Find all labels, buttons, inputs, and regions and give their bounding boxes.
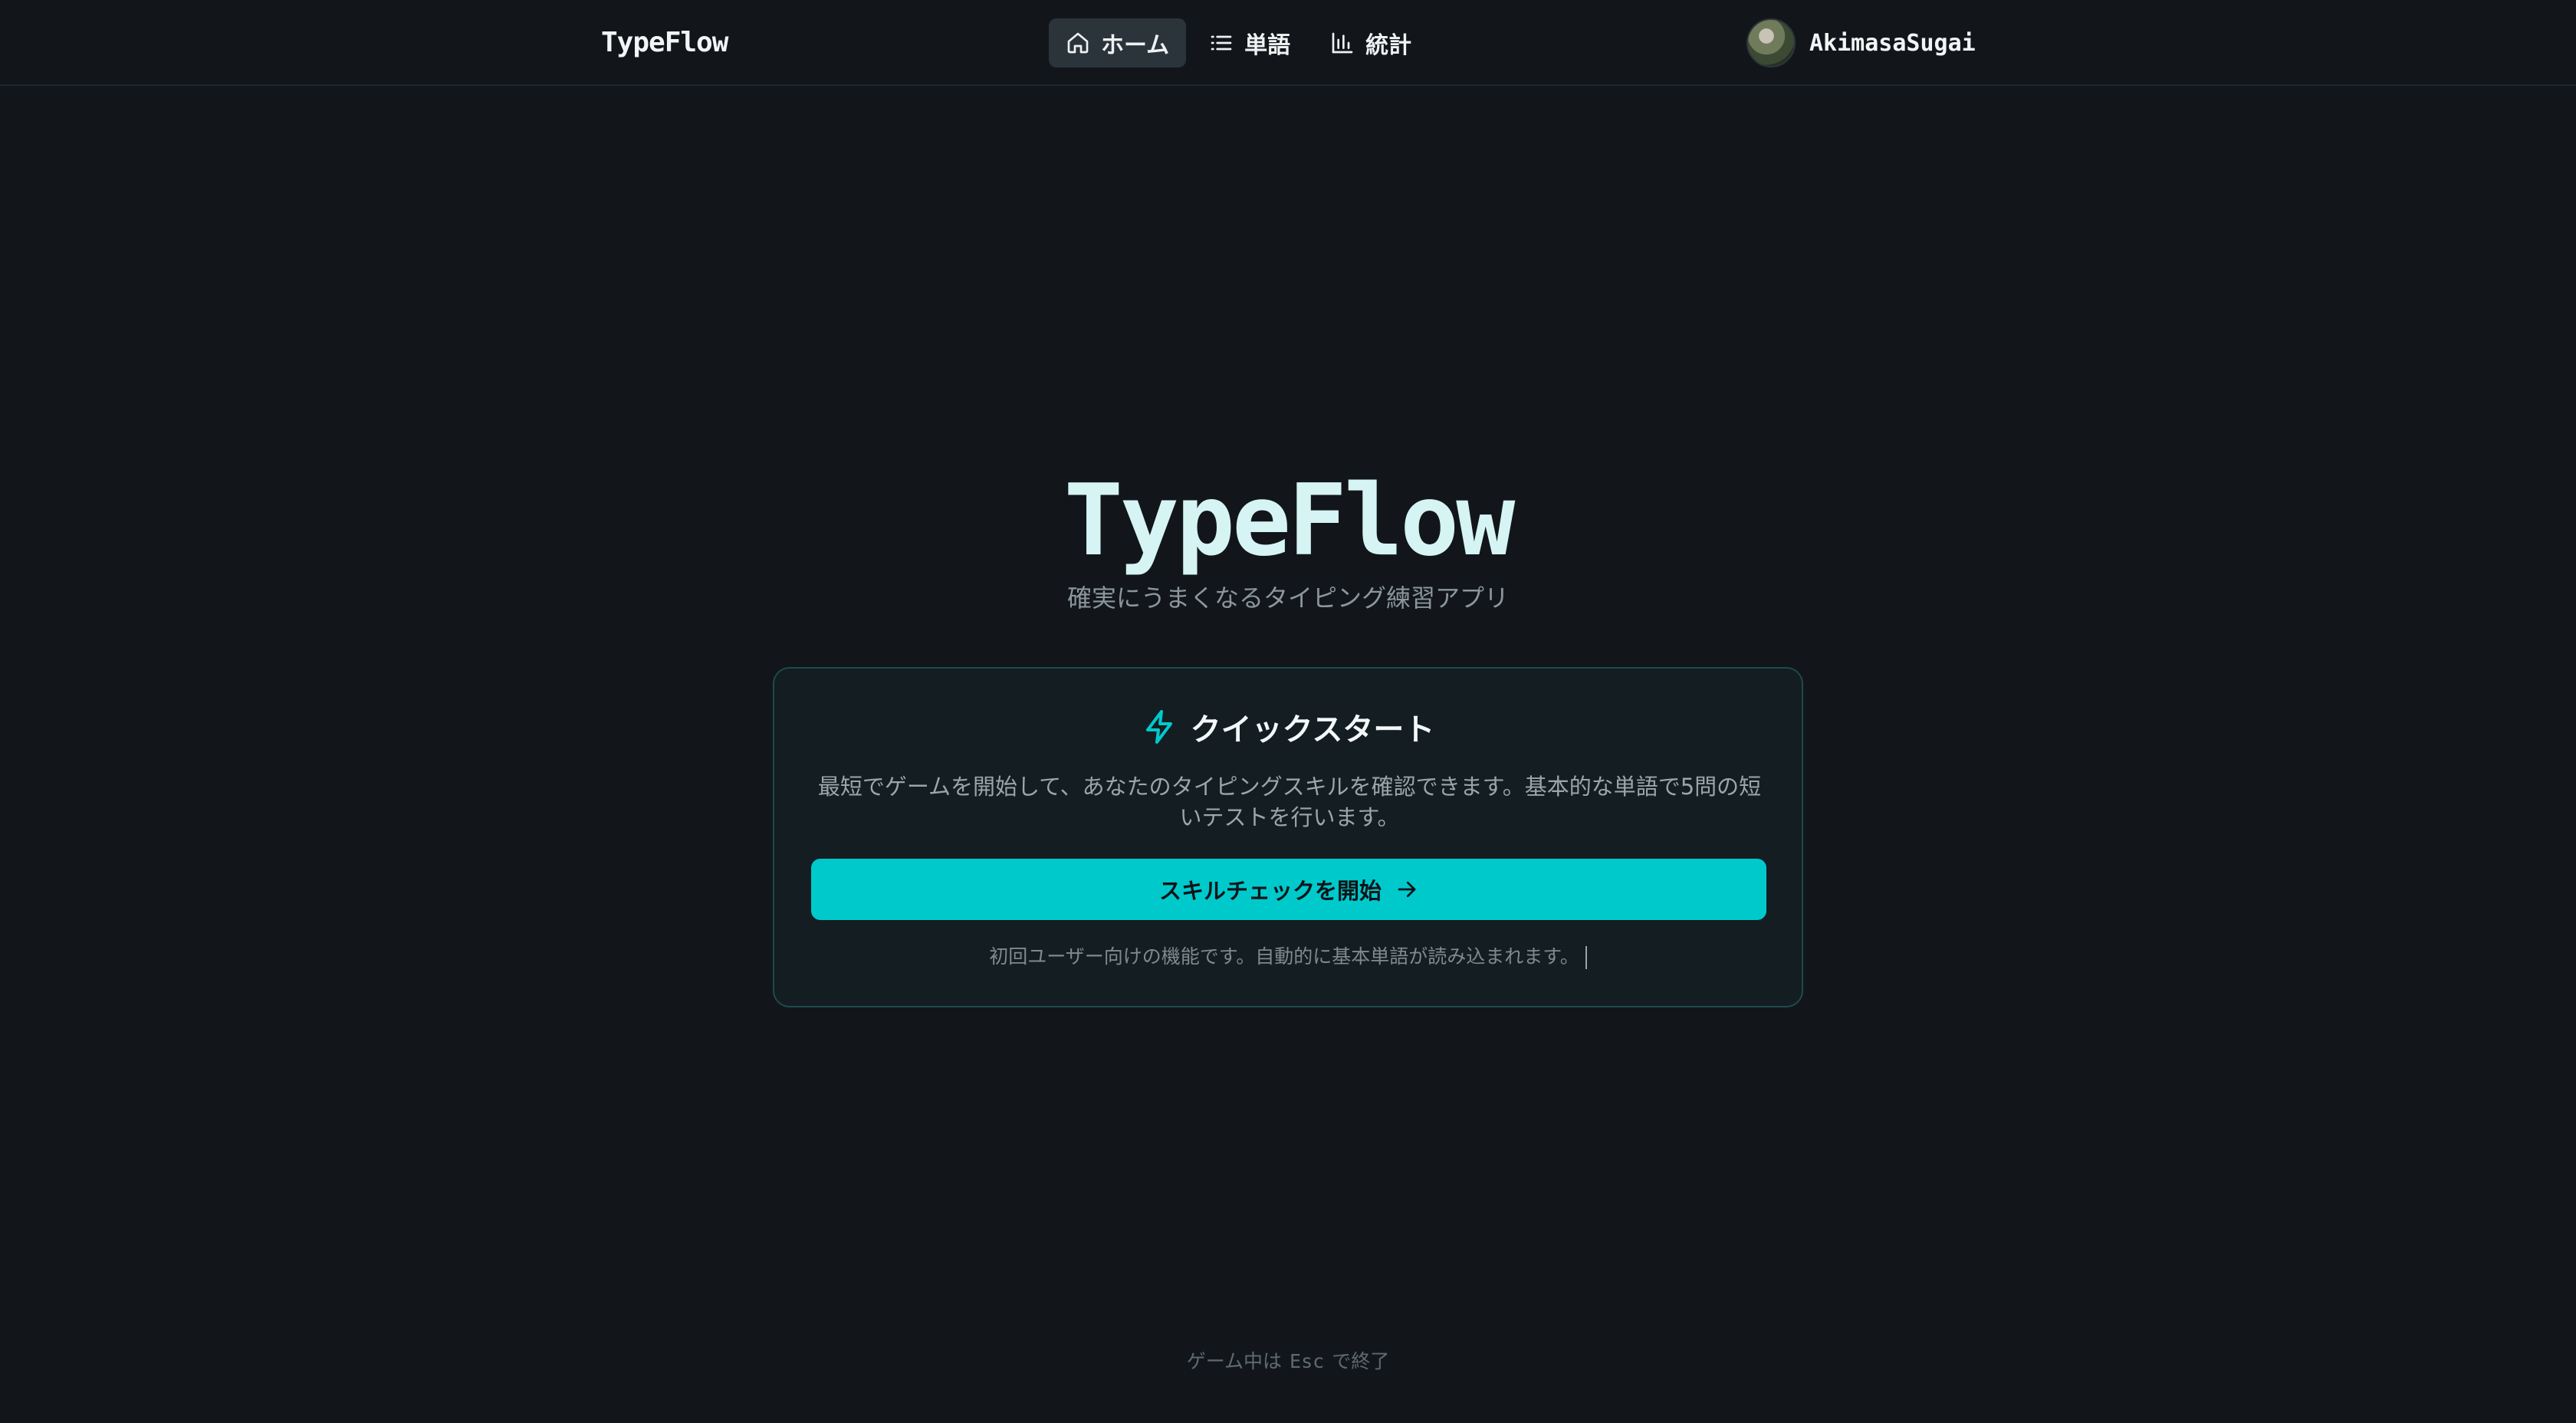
nav-item-words[interactable]: 単語 [1192,18,1307,67]
main-nav: ホーム 単語 統計 [1049,18,1428,67]
hero-title: TypeFlow [1063,464,1516,578]
arrow-right-icon [1398,881,1416,898]
quickstart-description: 最短でゲームを開始して、あなたのタイピングスキルを確認できます。基本的な単語で5… [817,774,1762,830]
nav-label-words: 単語 [1244,32,1291,59]
footer-hint: ゲーム中は Esc で終了 [0,1346,2576,1377]
app-root: TypeFlow ホーム 単語 統計 AkimasaSugai TypeFlow… [0,0,2576,1423]
top-header: TypeFlow ホーム 単語 統計 AkimasaSugai [0,0,2576,86]
username: AkimasaSugai [1809,29,1976,57]
user-menu[interactable]: AkimasaSugai [1746,18,1976,67]
nav-label-stats: 統計 [1365,32,1412,59]
hero-subtitle: 確実にうまくなるタイピング練習アプリ [1066,583,1509,613]
nav-label-home: ホーム [1101,32,1170,59]
footer-suffix: で終了 [1332,1350,1390,1372]
quickstart-note: 初回ユーザー向けの機能です。自動的に基本単語が読み込まれます。 [774,942,1802,972]
esc-key-hint: Esc [1290,1350,1325,1372]
footer-prefix: ゲーム中は [1186,1350,1283,1372]
nav-item-home[interactable]: ホーム [1049,18,1187,67]
home-icon [1067,32,1089,54]
start-skill-check-button[interactable]: スキルチェックを開始 [811,859,1766,920]
start-button-label: スキルチェックを開始 [1158,878,1382,904]
quickstart-note-text: 初回ユーザー向けの機能です。自動的に基本単語が読み込まれます。 [989,945,1579,968]
text-caret [1585,946,1587,969]
avatar[interactable] [1746,18,1796,67]
nav-item-stats[interactable]: 統計 [1313,18,1428,67]
lightning-icon [1145,710,1172,744]
bar-chart-icon [1332,32,1353,54]
quickstart-heading: クイックスタート [774,705,1802,748]
quickstart-title: クイックスタート [1190,712,1435,748]
brand-logo[interactable]: TypeFlow [601,23,728,63]
list-icon [1211,35,1232,51]
quickstart-card: クイックスタート 最短でゲームを開始して、あなたのタイピングスキルを確認できます… [773,667,1803,1007]
